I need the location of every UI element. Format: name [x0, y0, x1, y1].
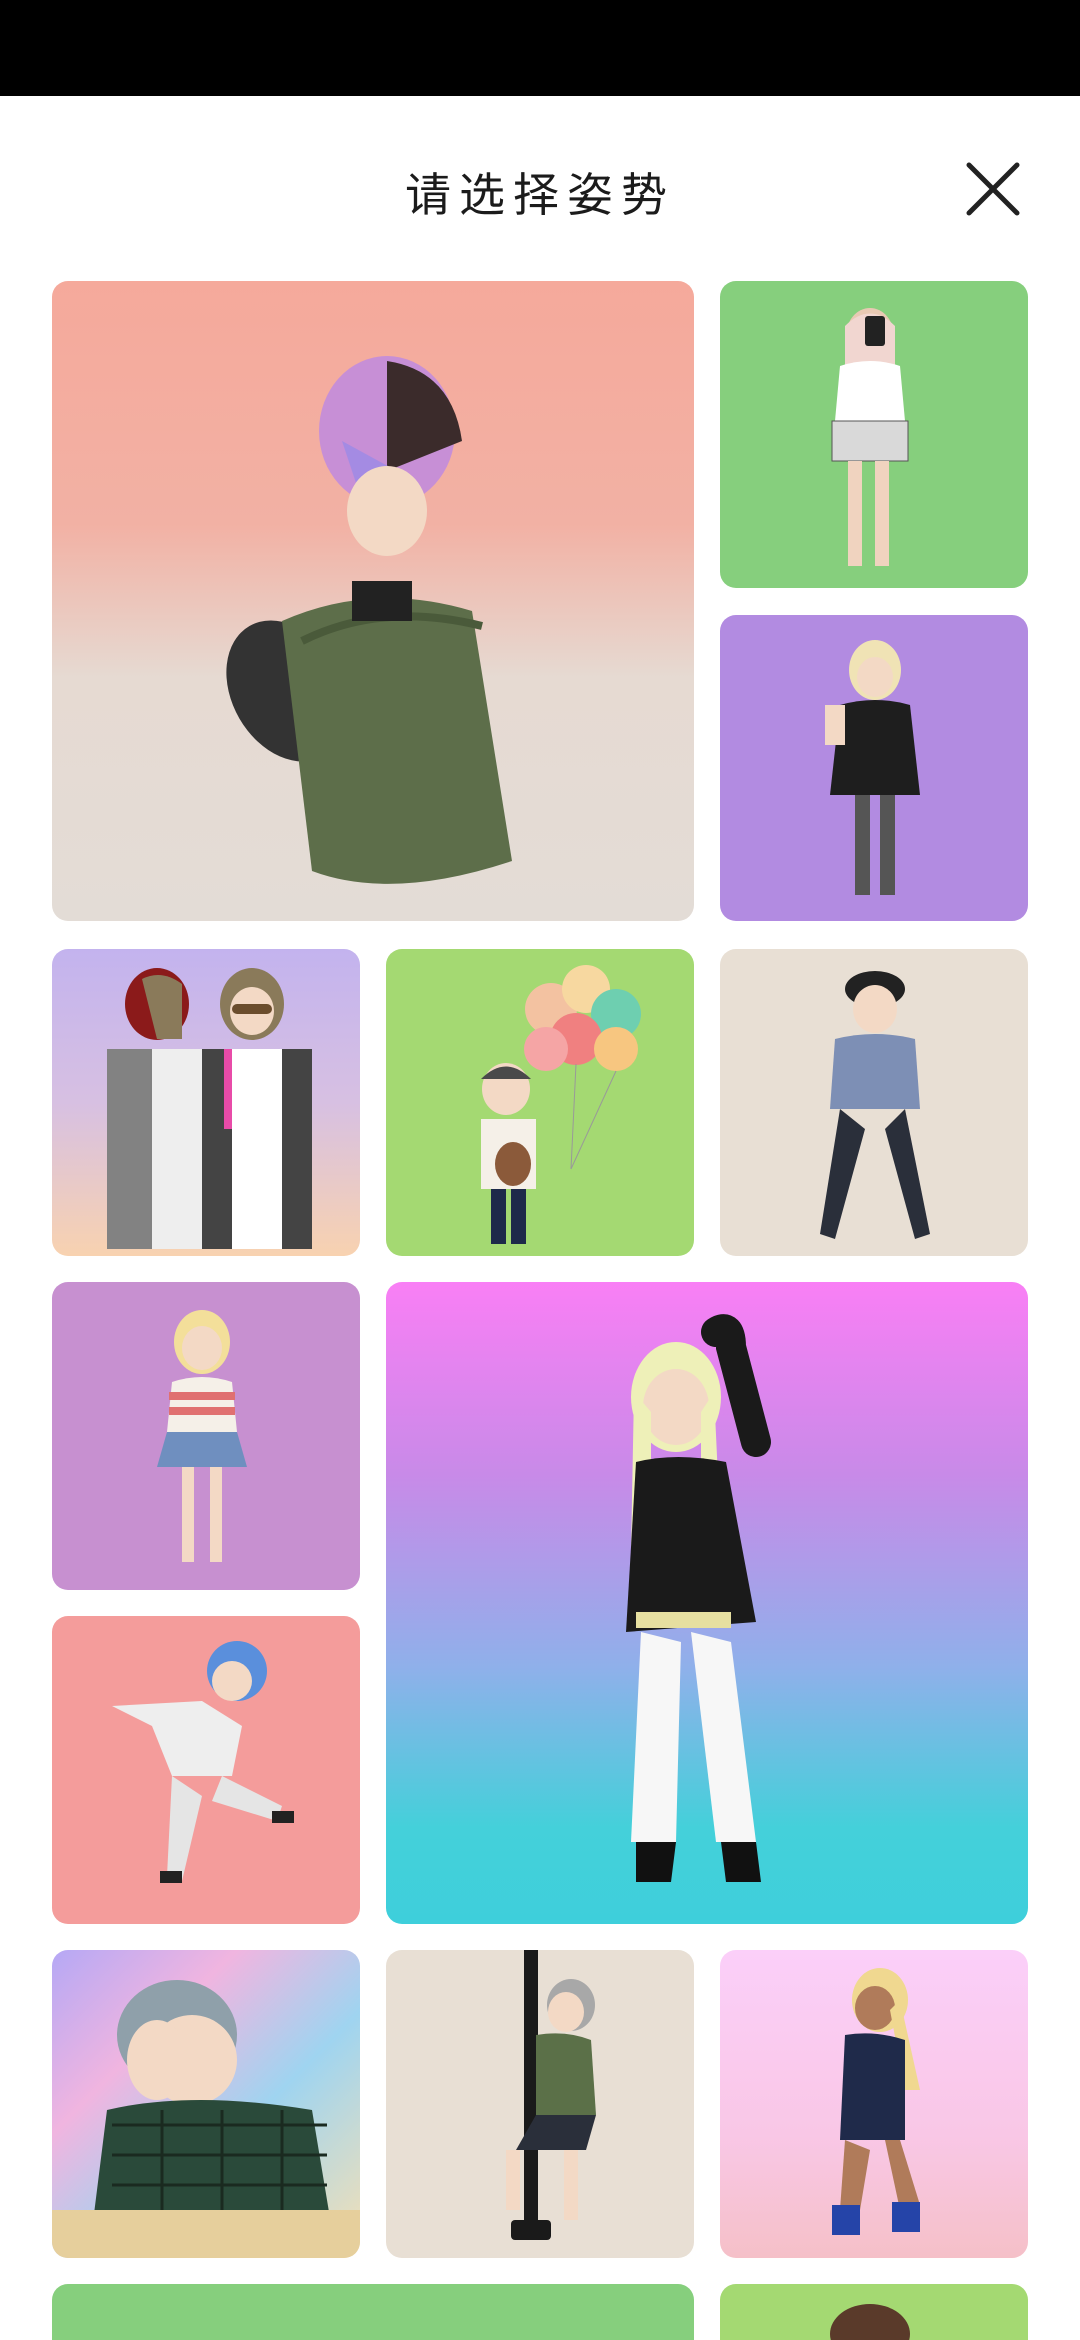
pose-tile[interactable] [720, 1950, 1028, 2258]
avatar-headache-icon [52, 1980, 360, 2258]
avatar-partial-icon [830, 2304, 910, 2340]
pose-tile[interactable] [386, 949, 694, 1256]
pose-tile[interactable] [386, 1950, 694, 2258]
pose-tile[interactable] [720, 2284, 1028, 2340]
pose-tile[interactable] [52, 1282, 360, 1590]
avatar-selfie-icon [831, 308, 909, 566]
pose-tile[interactable] [52, 1950, 360, 2258]
pose-tile[interactable] [386, 1282, 1028, 1924]
avatar-girl-icon [157, 1310, 247, 1562]
pose-tile[interactable] [52, 949, 360, 1256]
pose-tile[interactable] [720, 281, 1028, 588]
avatar-pose-icon [832, 1968, 920, 2235]
avatar-pair-icon [107, 968, 312, 1249]
pose-tile[interactable] [52, 2284, 694, 2340]
avatar-jump-icon [112, 1641, 294, 1883]
avatar-cap-icon [820, 971, 930, 1239]
pose-tile[interactable] [52, 1616, 360, 1924]
pose-grid [0, 0, 1080, 2340]
avatar-balloons-icon [481, 965, 641, 1244]
avatar-pole-icon [506, 1950, 596, 2240]
avatar-sitting-back-icon [226, 356, 512, 884]
pose-tile[interactable] [52, 281, 694, 921]
pose-tile[interactable] [720, 615, 1028, 921]
avatar-dance-icon [626, 1314, 771, 1882]
avatar-phone-icon [825, 640, 920, 895]
pose-tile[interactable] [720, 949, 1028, 1256]
